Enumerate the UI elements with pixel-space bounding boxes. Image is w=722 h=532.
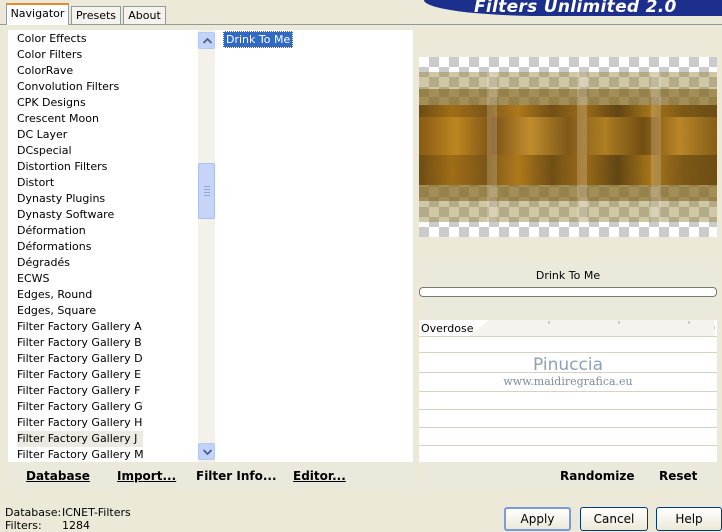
category-item[interactable]: ECWS bbox=[17, 271, 50, 287]
preview-band bbox=[419, 117, 717, 155]
thumb-grip bbox=[204, 192, 210, 193]
thumb-grip bbox=[204, 195, 210, 196]
tab-divider bbox=[0, 24, 722, 25]
category-item[interactable]: Color Filters bbox=[17, 47, 82, 63]
randomize-button[interactable]: Randomize bbox=[560, 469, 634, 483]
category-item[interactable]: Filter Factory Gallery M bbox=[17, 447, 144, 463]
database-button[interactable]: Database bbox=[26, 469, 90, 483]
row-divider bbox=[419, 336, 717, 337]
category-item[interactable]: Filter Factory Gallery G bbox=[17, 399, 143, 415]
category-item[interactable]: Filter Factory Gallery D bbox=[17, 351, 143, 367]
status-database-label: Database: bbox=[5, 506, 62, 519]
filter-header: Drink To Me bbox=[419, 265, 717, 319]
editor-button[interactable]: Editor... bbox=[293, 469, 346, 483]
scroll-thumb[interactable] bbox=[198, 163, 215, 219]
category-item[interactable]: Dynasty Software bbox=[17, 207, 114, 223]
category-item[interactable]: Convolution Filters bbox=[17, 79, 119, 95]
category-scrollbar[interactable] bbox=[198, 30, 215, 462]
category-item[interactable]: Déformation bbox=[17, 223, 86, 239]
category-list[interactable]: Color Effects Color Filters ColorRave Convo… bbox=[8, 30, 215, 463]
apply-button[interactable]: Apply bbox=[504, 507, 571, 531]
category-item[interactable]: Dynasty Plugins bbox=[17, 191, 105, 207]
banner-title: Filters Unlimited 2.0 bbox=[474, 0, 677, 16]
row-divider bbox=[419, 352, 717, 353]
status-filters-value: 1284 bbox=[62, 519, 90, 532]
chevron-down-icon bbox=[203, 449, 212, 455]
category-item[interactable]: Filter Factory Gallery F bbox=[17, 383, 140, 399]
row-divider bbox=[419, 391, 717, 392]
row-divider bbox=[419, 427, 717, 428]
scroll-down-button[interactable] bbox=[198, 443, 215, 460]
category-item[interactable]: Filter Factory Gallery A bbox=[17, 319, 142, 335]
category-item[interactable]: Distort bbox=[17, 175, 54, 191]
preview-streak bbox=[487, 72, 497, 222]
help-button[interactable]: Help bbox=[656, 507, 722, 531]
tab-navigator[interactable]: Navigator bbox=[6, 3, 69, 25]
left-toolbar: Database Import... Filter Info... Editor… bbox=[8, 462, 414, 490]
scroll-up-button[interactable] bbox=[198, 32, 215, 49]
reset-button[interactable]: Reset bbox=[659, 469, 697, 483]
category-item[interactable]: Filter Factory Gallery E bbox=[17, 367, 141, 383]
title-banner: Filters Unlimited 2.0 bbox=[424, 0, 722, 16]
category-item[interactable]: Dégradés bbox=[17, 255, 70, 271]
category-item[interactable]: Edges, Square bbox=[17, 303, 96, 319]
category-item[interactable]: Color Effects bbox=[17, 31, 87, 47]
tab-presets[interactable]: Presets bbox=[71, 6, 121, 24]
import-button[interactable]: Import... bbox=[117, 469, 176, 483]
filter-info-button[interactable]: Filter Info... bbox=[196, 469, 277, 483]
watermark-site: www.maidiregrafica.eu bbox=[503, 375, 633, 388]
slider-label: Overdose bbox=[421, 322, 474, 335]
cancel-button[interactable]: Cancel bbox=[580, 507, 648, 531]
category-item[interactable]: Déformations bbox=[17, 239, 91, 255]
category-item[interactable]: CPK Designs bbox=[17, 95, 86, 111]
category-item[interactable]: Distortion Filters bbox=[17, 159, 107, 175]
status-filters-label: Filters: bbox=[5, 519, 42, 532]
category-item[interactable]: Filter Factory Gallery H bbox=[17, 415, 142, 431]
chevron-up-icon bbox=[203, 38, 212, 44]
filter-item[interactable]: Drink To Me bbox=[223, 31, 294, 48]
filter-name-label: Drink To Me bbox=[535, 269, 601, 282]
overdose-slider[interactable] bbox=[469, 320, 714, 336]
status-database-value: ICNET-Filters bbox=[62, 506, 131, 519]
row-divider bbox=[419, 372, 717, 373]
preview-streak bbox=[651, 72, 661, 222]
thumb-grip bbox=[204, 189, 210, 190]
right-toolbar: Randomize Reset bbox=[419, 462, 717, 490]
category-item[interactable]: Crescent Moon bbox=[17, 111, 99, 127]
row-divider bbox=[419, 409, 717, 410]
category-item[interactable]: DC Layer bbox=[17, 127, 67, 143]
row-divider bbox=[419, 445, 717, 446]
category-item[interactable]: Filter Factory Gallery B bbox=[17, 335, 142, 351]
category-item[interactable]: Edges, Round bbox=[17, 287, 92, 303]
filter-list[interactable]: Drink To Me bbox=[215, 30, 413, 462]
tab-about[interactable]: About bbox=[123, 6, 166, 24]
category-item[interactable]: Filter Factory Gallery J bbox=[17, 431, 144, 447]
preview-streak bbox=[577, 72, 587, 222]
category-item[interactable]: ColorRave bbox=[17, 63, 73, 79]
category-item[interactable]: DCspecial bbox=[17, 143, 72, 159]
progress-bar bbox=[419, 287, 717, 297]
thumb-grip bbox=[204, 186, 210, 187]
preview-image bbox=[419, 57, 717, 237]
